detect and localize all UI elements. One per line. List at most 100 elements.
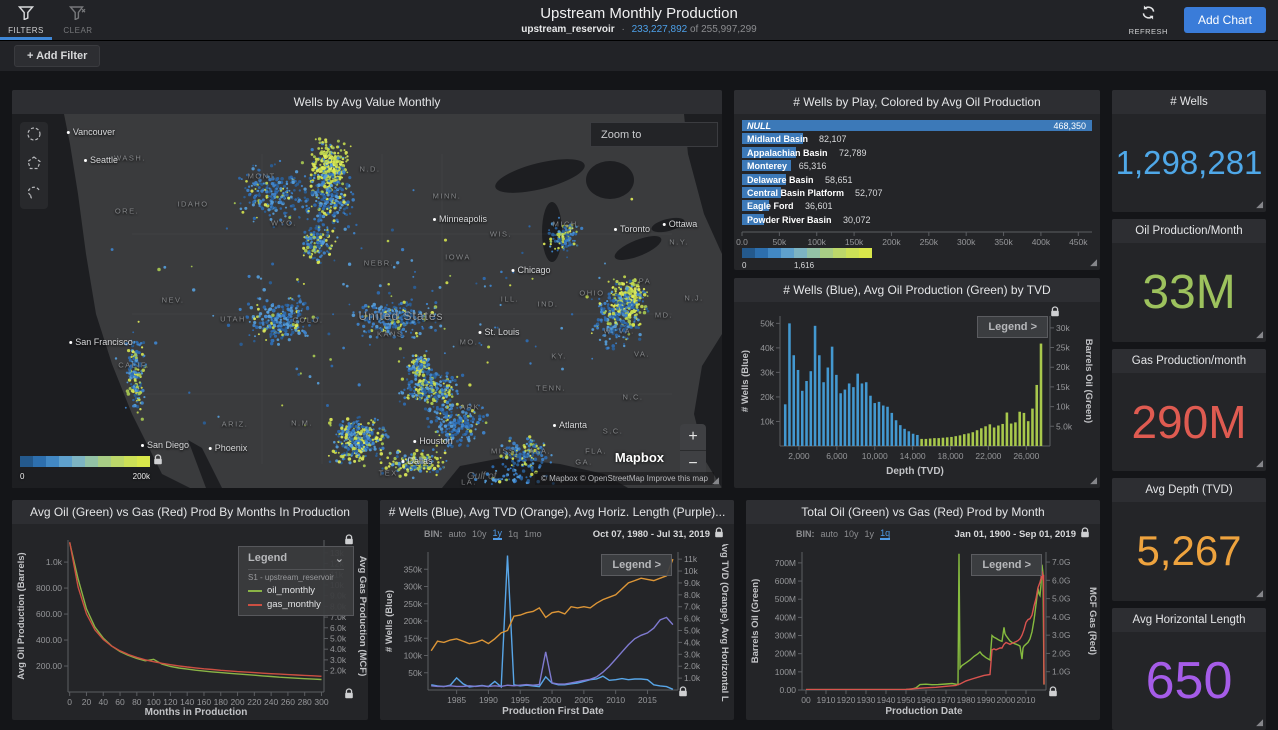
map-attribution[interactable]: © Mapbox © OpenStreetMap Improve this ma… [535, 472, 714, 485]
add-chart-button[interactable]: Add Chart [1184, 7, 1266, 33]
row-chart-bar-appalachian-basin[interactable]: Appalachian Basin72,789 [742, 147, 1092, 159]
svg-text:200: 200 [230, 697, 244, 707]
resize-handle-icon[interactable]: ◢ [1256, 330, 1263, 339]
map-chart-panel: Wells by Avg Value Monthly WASH.ORE.IDAH… [12, 90, 722, 488]
svg-text:2005: 2005 [574, 695, 593, 705]
kpi-card--wells: # Wells1,298,281◢ [1112, 90, 1266, 212]
bin-option-auto[interactable]: auto [821, 529, 839, 539]
chevron-down-icon[interactable]: ⌄ [335, 552, 344, 565]
bin-option-1q[interactable]: 1q [880, 528, 890, 540]
row-chart-bar-eagle-ford[interactable]: Eagle Ford36,601 [742, 200, 1092, 212]
legend-toggle[interactable]: Legend > [601, 554, 672, 576]
first-date-chart-body[interactable]: BIN:auto10y1y1q1moOct 07, 1980 - Jul 31,… [380, 524, 734, 718]
kpi-title[interactable]: # Wells [1112, 90, 1266, 114]
lock-icon[interactable] [344, 686, 354, 704]
bin-option-10y[interactable]: 10y [844, 529, 859, 539]
date-range[interactable]: Jan 01, 1900 - Sep 01, 2019 [955, 529, 1076, 540]
draw-polygon-icon[interactable] [26, 155, 42, 176]
bin-option-1mo[interactable]: 1mo [524, 529, 542, 539]
subtitle-separator: · [621, 24, 624, 35]
refresh-button[interactable]: REFRESH [1129, 4, 1168, 36]
svg-text:10k: 10k [1056, 402, 1070, 412]
kpi-card-avg-depth-tvd-: Avg Depth (TVD)5,267◢ [1112, 478, 1266, 600]
svg-text:150k: 150k [845, 237, 864, 247]
svg-text:0.0: 0.0 [736, 237, 748, 247]
lock-icon[interactable] [1050, 304, 1060, 322]
map-chart-title[interactable]: Wells by Avg Value Monthly [12, 90, 722, 114]
svg-text:250k: 250k [404, 599, 423, 609]
svg-text:4.0G: 4.0G [1052, 612, 1070, 622]
bin-option-1q[interactable]: 1q [508, 529, 518, 539]
legend-item-oil[interactable]: oil_monthly [248, 585, 344, 596]
svg-text:300M: 300M [775, 631, 796, 641]
resize-handle-icon[interactable]: ◢ [1256, 459, 1263, 468]
svg-text:30k: 30k [760, 367, 774, 377]
resize-handle-icon[interactable]: ◢ [712, 476, 719, 485]
row-chart-bar-midland-basin[interactable]: Midland Basin82,107 [742, 133, 1092, 145]
bin-option-1y[interactable]: 1y [865, 529, 875, 539]
resize-handle-icon[interactable]: ◢ [1256, 589, 1263, 598]
kpi-title[interactable]: Avg Depth (TVD) [1112, 478, 1266, 502]
source-table-name: upstream_reservoir [521, 24, 614, 35]
bin-option-10y[interactable]: 10y [472, 529, 487, 539]
lock-icon[interactable] [678, 684, 688, 702]
svg-text:10,000: 10,000 [862, 451, 888, 461]
svg-text:14,000: 14,000 [900, 451, 926, 461]
gas-series-swatch [248, 604, 262, 606]
legend-box[interactable]: Legend ⌄ S1 - upstream_reservoir oil_mon… [238, 546, 354, 616]
svg-text:200k: 200k [882, 237, 901, 247]
prod-month-chart-body[interactable]: BIN: auto 10y 1y 1q Jan 01, 1900 - Sep 01, 20… [746, 524, 1100, 718]
svg-text:6.0k: 6.0k [330, 623, 347, 633]
svg-text:Months in Production: Months in Production [145, 707, 248, 718]
row-chart-bar-null[interactable]: NULL468,350 [742, 120, 1092, 132]
kpi-title[interactable]: Gas Production/month [1112, 349, 1266, 373]
svg-text:6.0G: 6.0G [1052, 575, 1070, 585]
draw-circle-icon[interactable] [26, 126, 42, 147]
months-chart-body[interactable]: 0204060801001201401601802002202402602803… [12, 524, 368, 718]
row-chart-bar-monterey[interactable]: Monterey65,316 [742, 160, 1092, 172]
map-canvas[interactable]: WASH.ORE.IDAHOMONT.N.D.MINN.WIS.MICH.NEV… [12, 114, 722, 488]
wells-by-play-title[interactable]: # Wells by Play, Colored by Avg Oil Prod… [734, 90, 1100, 114]
lock-icon[interactable] [1048, 684, 1058, 702]
resize-handle-icon[interactable]: ◢ [1256, 200, 1263, 209]
zoom-to-dropdown[interactable]: Zoom to [590, 122, 718, 147]
legend-toggle[interactable]: Legend > [971, 554, 1042, 576]
map-legend-max: 200k [133, 472, 150, 481]
lock-icon[interactable] [344, 532, 354, 550]
svg-text:8.0k: 8.0k [684, 590, 701, 600]
legend-toggle[interactable]: Legend > [977, 316, 1048, 338]
row-chart-bar-powder-river-basin[interactable]: Powder River Basin30,072 [742, 214, 1092, 226]
resize-handle-icon[interactable]: ◢ [1090, 476, 1097, 485]
row-chart-bar-central-basin-platform[interactable]: Central Basin Platform52,707 [742, 187, 1092, 199]
kpi-title[interactable]: Oil Production/Month [1112, 219, 1266, 243]
wells-by-play-body[interactable]: 0.050k100k150k200k250k300k350k400k450k N… [734, 114, 1100, 270]
legend-title: Legend [248, 552, 287, 565]
map-layer [12, 114, 722, 488]
dashboard-title[interactable]: Upstream Monthly Production [0, 5, 1278, 22]
bin-option-1y[interactable]: 1y [493, 528, 503, 540]
first-date-chart-title[interactable]: # Wells (Blue), Avg TVD (Orange), Avg Ho… [380, 500, 734, 524]
bin-label: BIN: [796, 529, 815, 539]
kpi-title[interactable]: Avg Horizontal Length [1112, 608, 1266, 632]
zoom-in-button[interactable]: + [680, 424, 706, 451]
play-legend-max: 1,616 [794, 261, 814, 270]
months-chart-title[interactable]: Avg Oil (Green) vs Gas (Red) Prod By Mon… [12, 500, 368, 524]
svg-text:1910: 1910 [817, 695, 836, 705]
bin-option-auto[interactable]: auto [449, 529, 467, 539]
svg-text:250k: 250k [920, 237, 939, 247]
resize-handle-icon[interactable]: ◢ [1256, 718, 1263, 727]
mapbox-logo[interactable]: Mapbox [615, 450, 664, 465]
row-chart-bar-delaware-basin[interactable]: Delaware Basin58,651 [742, 174, 1092, 186]
lock-icon[interactable] [1080, 527, 1090, 541]
lock-icon[interactable] [714, 527, 724, 541]
prod-month-chart-title[interactable]: Total Oil (Green) vs Gas (Red) Prod by M… [746, 500, 1100, 524]
legend-item-gas[interactable]: gas_monthly [248, 599, 344, 610]
add-filter-button[interactable]: + Add Filter [14, 45, 100, 67]
draw-lasso-icon[interactable] [26, 184, 42, 205]
resize-handle-icon[interactable]: ◢ [1090, 258, 1097, 267]
svg-text:1.0k: 1.0k [46, 557, 63, 567]
date-range[interactable]: Oct 07, 1980 - Jul 31, 2019 [593, 529, 710, 540]
tvd-chart-title[interactable]: # Wells (Blue), Avg Oil Production (Gree… [734, 278, 1100, 302]
tvd-chart-body[interactable]: 2,0006,00010,00014,00018,00022,00026,000… [734, 302, 1100, 488]
lock-icon[interactable] [153, 452, 163, 470]
